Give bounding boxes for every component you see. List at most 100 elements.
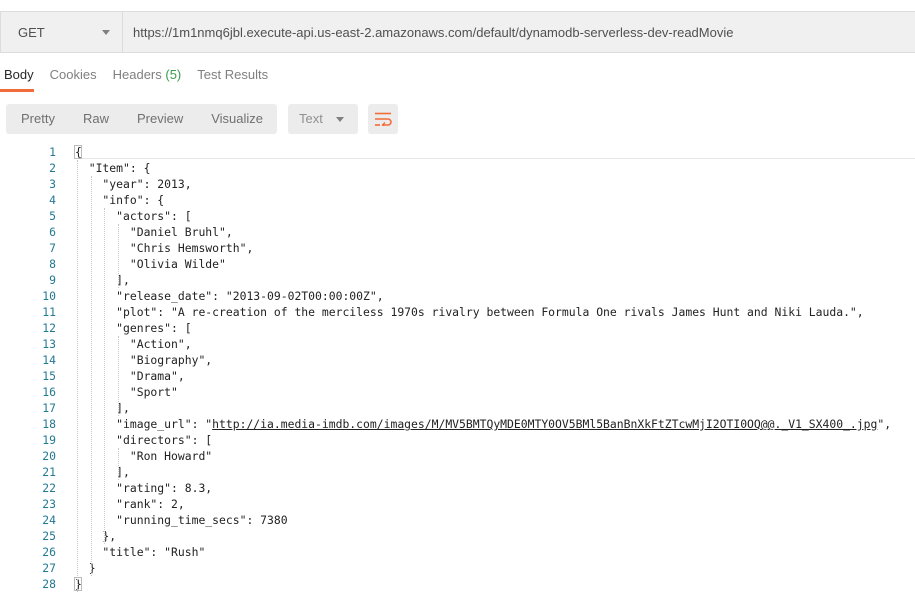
code-text: ], xyxy=(75,401,130,415)
code-line: 13 "Action", xyxy=(0,336,915,352)
request-bar: GET https://1m1nmq6jbl.execute-api.us-ea… xyxy=(0,11,915,53)
line-number: 15 xyxy=(42,369,56,383)
indent-guide xyxy=(104,208,106,544)
line-number: 28 xyxy=(42,577,56,591)
tab-label: Cookies xyxy=(49,67,97,82)
chevron-down-icon xyxy=(336,117,345,122)
line-number: 18 xyxy=(42,417,56,431)
code-text: "plot": "A re-creation of the merciless … xyxy=(75,305,864,319)
code-text: "genres": [ xyxy=(75,321,192,335)
format-label: Text xyxy=(299,111,323,126)
code-text: "Chris Hemsworth", xyxy=(75,241,254,255)
line-number: 26 xyxy=(42,545,56,559)
bracket-match-highlight xyxy=(74,577,82,591)
code-line: 5 "actors": [ xyxy=(0,208,915,224)
code-text: "Olivia Wilde" xyxy=(75,257,226,271)
code-line: 20 "Ron Howard" xyxy=(0,448,915,464)
code-line: 9 ], xyxy=(0,272,915,288)
line-number: 1 xyxy=(49,145,56,159)
line-number: 17 xyxy=(42,401,56,415)
indent-guide xyxy=(77,160,78,592)
code-text: "year": 2013, xyxy=(75,177,192,191)
url-input[interactable]: https://1m1nmq6jbl.execute-api.us-east-2… xyxy=(123,12,915,52)
code-line: 8 "Olivia Wilde" xyxy=(0,256,915,272)
line-number: 21 xyxy=(42,465,56,479)
line-number: 7 xyxy=(49,241,56,255)
code-line: 19 "directors": [ xyxy=(0,432,915,448)
line-number: 13 xyxy=(42,337,56,351)
tab-label: Test Results xyxy=(197,67,269,82)
line-number: 27 xyxy=(42,561,56,575)
code-text: "Biography", xyxy=(75,353,213,367)
code-text: "info": { xyxy=(75,193,165,207)
indent-guide xyxy=(90,176,92,576)
tab-headers[interactable]: Headers (5) xyxy=(113,62,182,92)
line-number: 24 xyxy=(42,513,56,527)
code-line: 25 }, xyxy=(0,528,915,544)
code-text: "Ron Howard" xyxy=(75,449,213,463)
code-line: 2 "Item": { xyxy=(0,160,915,176)
code-text: "Daniel Bruhl", xyxy=(75,225,233,239)
tab-body[interactable]: Body xyxy=(0,62,34,92)
view-raw-button[interactable]: Raw xyxy=(69,104,123,134)
response-body-code[interactable]: 1{2 "Item": {3 "year": 2013, 4 "info": {5… xyxy=(0,144,915,596)
method-label: GET xyxy=(18,24,45,40)
view-preview-button[interactable]: Preview xyxy=(123,104,197,134)
code-line: 23 "rank": 2, xyxy=(0,496,915,512)
code-line: 14 "Biography", xyxy=(0,352,915,368)
code-text: "Action", xyxy=(75,337,192,351)
code-line: 12 "genres": [ xyxy=(0,320,915,336)
code-line: 4 "info": { xyxy=(0,192,915,208)
code-line: 6 "Daniel Bruhl", xyxy=(0,224,915,240)
code-text: ], xyxy=(75,273,130,287)
line-number: 11 xyxy=(42,305,56,319)
line-number: 5 xyxy=(49,209,56,223)
response-toolbar: Pretty Raw Preview Visualize Text xyxy=(6,104,399,134)
code-text: "title": "Rush" xyxy=(75,545,206,559)
code-line: 3 "year": 2013, xyxy=(0,176,915,192)
line-number: 14 xyxy=(42,353,56,367)
code-line: 27 } xyxy=(0,560,915,576)
line-number: 22 xyxy=(42,481,56,495)
line-number: 10 xyxy=(42,289,56,303)
chevron-down-icon xyxy=(102,30,110,35)
code-line: 28} xyxy=(0,576,915,592)
headers-count-badge: (5) xyxy=(165,67,182,82)
tab-label: Headers xyxy=(112,67,162,82)
line-number: 4 xyxy=(49,193,56,207)
bracket-match-highlight xyxy=(74,145,82,159)
code-text: "release_date": "2013-09-02T00:00:00Z", xyxy=(75,289,384,303)
code-line: 22 "rating": 8.3, xyxy=(0,480,915,496)
line-number: 16 xyxy=(42,385,56,399)
line-number: 3 xyxy=(49,177,56,191)
response-tabs: Body Cookies Headers (5) Test Results xyxy=(0,62,284,92)
view-visualize-button[interactable]: Visualize xyxy=(197,104,277,134)
method-select[interactable]: GET xyxy=(1,12,123,52)
code-line: 1{ xyxy=(0,144,915,160)
view-pretty-button[interactable]: Pretty xyxy=(6,104,69,134)
wrap-lines-icon xyxy=(375,112,392,126)
view-mode-group: Pretty Raw Preview Visualize xyxy=(6,104,278,134)
line-number: 6 xyxy=(49,225,56,239)
code-text: "directors": [ xyxy=(75,433,213,447)
code-text: }, xyxy=(75,529,117,543)
indent-guide xyxy=(118,224,120,288)
code-line: 10 "release_date": "2013-09-02T00:00:00Z… xyxy=(0,288,915,304)
wrap-lines-button[interactable] xyxy=(368,104,399,134)
tab-test-results[interactable]: Test Results xyxy=(197,62,268,92)
image-url-link[interactable]: http://ia.media-imdb.com/images/M/MV5BMT… xyxy=(212,417,877,431)
code-text: ], xyxy=(75,465,130,479)
code-text: "rating": 8.3, xyxy=(75,481,213,495)
line-number: 25 xyxy=(42,529,56,543)
code-line: 24 "running_time_secs": 7380 xyxy=(0,512,915,528)
code-line: 7 "Chris Hemsworth", xyxy=(0,240,915,256)
tab-cookies[interactable]: Cookies xyxy=(50,62,97,92)
code-line: 11 "plot": "A re-creation of the mercile… xyxy=(0,304,915,320)
code-line: 16 "Sport" xyxy=(0,384,915,400)
format-select[interactable]: Text xyxy=(288,104,359,134)
line-number: 23 xyxy=(42,497,56,511)
code-text: "running_time_secs": 7380 xyxy=(75,513,288,527)
code-line: 21 ], xyxy=(0,464,915,480)
line-number: 9 xyxy=(49,273,56,287)
code-line: 15 "Drama", xyxy=(0,368,915,384)
